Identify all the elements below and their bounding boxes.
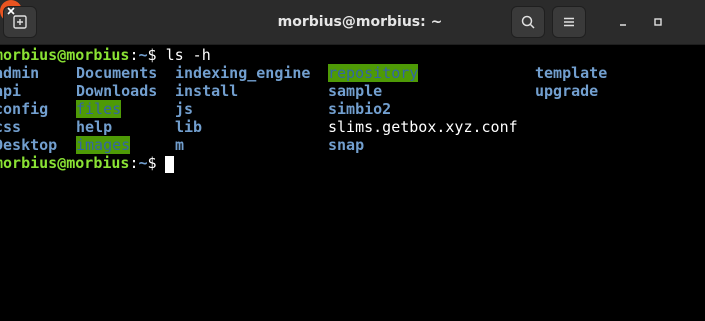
prompt-separator: : (129, 154, 139, 172)
listing-entry-highlighted: repository (328, 64, 419, 82)
prompt-symbol: $ (147, 46, 166, 64)
search-button[interactable] (511, 6, 545, 38)
window-title: morbius@morbius: ~ (277, 14, 443, 30)
prompt-user-host: morbius@morbius (0, 46, 130, 64)
command-text: ls -h (165, 46, 211, 64)
prompt-path: ~ (138, 46, 148, 64)
listing-entry-file: slims.getbox.xyz.conf (328, 118, 518, 136)
listing-entry: snap (328, 136, 365, 154)
prompt-line: morbius@morbius:~$ (0, 154, 166, 172)
prompt-user-host: morbius@morbius (0, 154, 130, 172)
close-icon (7, 7, 15, 15)
listing-entry: simbio2 (328, 100, 392, 118)
listing-entry: sample (328, 82, 383, 100)
prompt-symbol: $ (147, 154, 166, 172)
text-cursor (165, 156, 174, 173)
listing-entry: upgrade (535, 82, 599, 100)
listing-entry: help (76, 118, 113, 136)
command-line: morbius@morbius:~$ ls -h (0, 46, 211, 64)
listing-entry: config (0, 100, 49, 118)
header-bar: morbius@morbius: ~ (0, 0, 705, 45)
minimize-icon (620, 24, 626, 26)
prompt-path: ~ (138, 154, 148, 172)
listing-entry: template (535, 64, 608, 82)
listing-entry: Desktop (0, 136, 58, 154)
listing-entry: api (0, 82, 22, 100)
listing-entry: m (175, 136, 185, 154)
terminal-output[interactable]: morbius@morbius:~$ ls -h admin api confi… (0, 44, 705, 321)
listing-entry: Documents (76, 64, 158, 82)
listing-entry: css (0, 118, 22, 136)
maximize-button[interactable] (648, 12, 668, 32)
prompt-separator: : (129, 46, 139, 64)
listing-entry-highlighted: images (76, 136, 131, 154)
listing-entry: admin (0, 64, 40, 82)
listing-entry: js (175, 100, 194, 118)
listing-entry-highlighted: files (76, 100, 122, 118)
search-icon (521, 15, 535, 29)
listing-entry: Downloads (76, 82, 158, 100)
listing-entry: install (175, 82, 239, 100)
menu-button[interactable] (552, 6, 586, 38)
listing-entry: lib (175, 118, 203, 136)
listing-entry: indexing_engine (175, 64, 311, 82)
hamburger-menu-icon (564, 17, 574, 27)
minimize-button[interactable] (613, 12, 633, 32)
maximize-icon (654, 18, 662, 26)
